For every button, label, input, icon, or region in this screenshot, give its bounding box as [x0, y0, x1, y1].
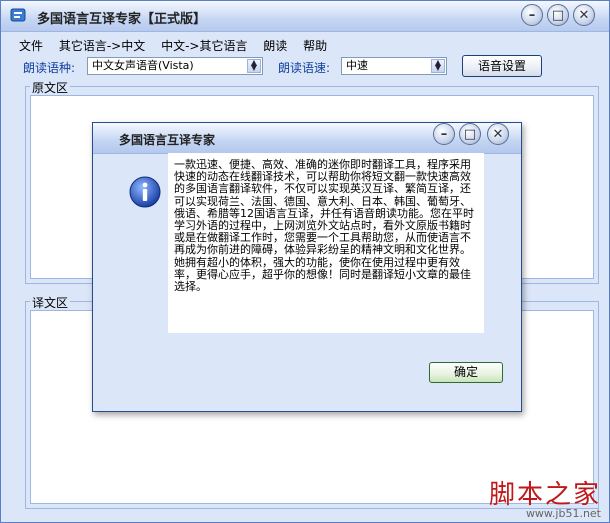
dialog-title-bar[interactable]: 多国语言互译专家 – □ ✕ [93, 123, 521, 154]
menu-help[interactable]: 帮助 [303, 39, 327, 53]
chevron-updown-icon[interactable]: ▲ ▼ [431, 59, 445, 73]
source-panel-label: 原文区 [30, 79, 71, 96]
speed-value: 中速 [346, 59, 368, 72]
about-dialog: 多国语言互译专家 – □ ✕ 一款迅速、便捷、高效、准确的迷你即时翻译工具，程序… [92, 122, 522, 412]
voice-lang-select[interactable]: 中文女声语音(Vista) ▲ ▼ [87, 57, 263, 75]
menu-read[interactable]: 朗读 [263, 39, 287, 53]
minimize-icon[interactable]: – [433, 123, 455, 145]
ok-button[interactable]: 确定 [429, 362, 503, 383]
maximize-icon[interactable]: □ [547, 4, 569, 26]
maximize-icon[interactable]: □ [459, 123, 481, 145]
speed-label: 朗读语速: [278, 61, 331, 75]
info-icon [129, 176, 161, 208]
dialog-title: 多国语言互译专家 [119, 133, 216, 147]
dialog-message: 一款迅速、便捷、高效、准确的迷你即时翻译工具，程序采用快速的动态在线翻译技术，可… [168, 153, 484, 333]
menu-chinese-to-other[interactable]: 中文->其它语言 [161, 39, 247, 53]
voice-settings-button[interactable]: 语音设置 [462, 55, 542, 77]
menu-bar: 文件 其它语言->中文 中文->其它语言 朗读 帮助 [19, 37, 339, 54]
speed-select[interactable]: 中速 ▲ ▼ [341, 57, 447, 75]
watermark: 脚本之家 www.jb51.net [489, 474, 601, 520]
menu-other-to-chinese[interactable]: 其它语言->中文 [59, 39, 145, 53]
watermark-text: 脚本之家 [488, 480, 601, 510]
voice-lang-label: 朗读语种: [23, 61, 76, 75]
minimize-icon[interactable]: – [521, 4, 543, 26]
voice-lang-value: 中文女声语音(Vista) [92, 59, 194, 72]
app-icon [10, 8, 26, 22]
close-icon[interactable]: ✕ [487, 123, 509, 145]
close-icon[interactable]: ✕ [573, 4, 595, 26]
menu-file[interactable]: 文件 [19, 39, 43, 53]
target-panel-label: 译文区 [30, 294, 71, 311]
title-bar[interactable]: 多国语言互译专家【正式版】 – □ ✕ [1, 1, 609, 32]
window-title: 多国语言互译专家【正式版】 [37, 12, 207, 27]
chevron-updown-icon[interactable]: ▲ ▼ [247, 59, 261, 73]
